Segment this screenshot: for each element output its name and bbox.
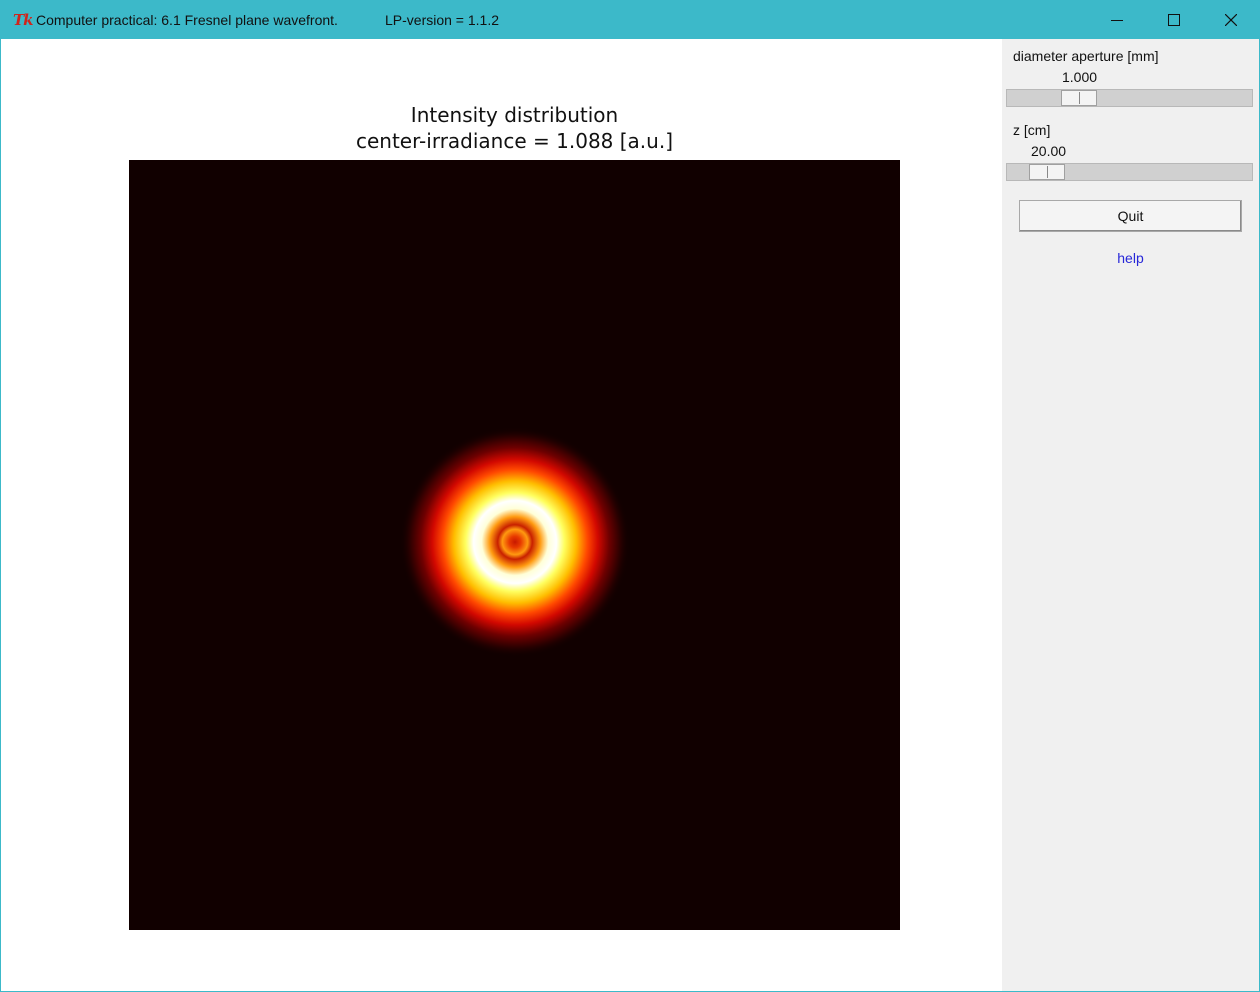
control-panel: diameter aperture [mm] 1.000 z [cm] 20.0… bbox=[1002, 39, 1259, 991]
grip-icon bbox=[1079, 92, 1080, 104]
minimize-button[interactable] bbox=[1089, 1, 1145, 39]
diffraction-pattern bbox=[400, 427, 630, 657]
diameter-aperture-slider[interactable] bbox=[1006, 89, 1253, 107]
intensity-image bbox=[129, 160, 900, 930]
title-bar[interactable]: Tk Computer practical: 6.1 Fresnel plane… bbox=[1, 1, 1259, 39]
quit-button[interactable]: Quit bbox=[1019, 200, 1242, 232]
z-label: z [cm] bbox=[1013, 122, 1051, 138]
z-value: 20.00 bbox=[1031, 143, 1067, 159]
application-window: Tk Computer practical: 6.1 Fresnel plane… bbox=[0, 0, 1260, 992]
close-button[interactable] bbox=[1203, 1, 1259, 39]
grip-icon bbox=[1047, 166, 1048, 178]
maximize-icon bbox=[1168, 14, 1180, 26]
z-slider[interactable] bbox=[1006, 163, 1253, 181]
maximize-button[interactable] bbox=[1146, 1, 1202, 39]
plot-area: Intensity distribution center-irradiance… bbox=[1, 39, 1002, 991]
minimize-icon bbox=[1111, 20, 1123, 21]
z-slider-handle[interactable] bbox=[1029, 164, 1065, 180]
window-title: Computer practical: 6.1 Fresnel plane wa… bbox=[36, 12, 338, 28]
plot-subtitle: center-irradiance = 1.088 [a.u.] bbox=[355, 129, 673, 153]
intensity-pattern bbox=[400, 427, 630, 657]
close-icon bbox=[1225, 14, 1237, 26]
help-link[interactable]: help bbox=[1002, 250, 1259, 266]
diameter-slider-handle[interactable] bbox=[1061, 90, 1097, 106]
diameter-aperture-label: diameter aperture [mm] bbox=[1013, 48, 1159, 64]
version-label: LP-version = 1.1.2 bbox=[385, 12, 500, 28]
plot-title: Intensity distribution bbox=[410, 103, 619, 127]
diameter-aperture-value: 1.000 bbox=[1062, 69, 1098, 85]
tk-icon: Tk bbox=[13, 11, 34, 29]
